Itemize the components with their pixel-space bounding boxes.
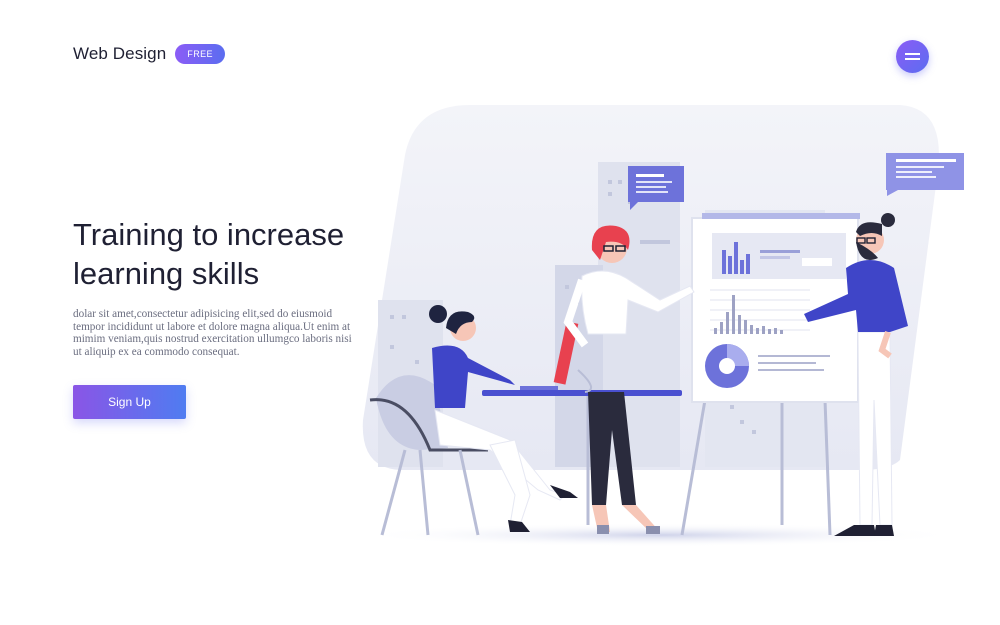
hero-description: dolar sit amet,consectetur adipisicing e…: [73, 308, 352, 358]
sign-up-button[interactable]: Sign Up: [73, 385, 186, 419]
presentation-board-icon: [680, 213, 860, 536]
hero-illustration: [360, 105, 964, 547]
hero-title: Training to increase learning skills: [73, 215, 373, 293]
pie-chart-icon: [705, 344, 749, 388]
hamburger-icon: [905, 53, 920, 60]
menu-button[interactable]: [896, 40, 929, 73]
hero-title-line1: Training to increase: [73, 217, 345, 252]
hero-title-line2: learning skills: [73, 256, 260, 291]
site-title[interactable]: Web Design: [73, 44, 166, 64]
free-badge: FREE: [175, 44, 225, 64]
brand: Web Design FREE: [73, 44, 225, 64]
speech-bubble-icon: [886, 153, 964, 196]
